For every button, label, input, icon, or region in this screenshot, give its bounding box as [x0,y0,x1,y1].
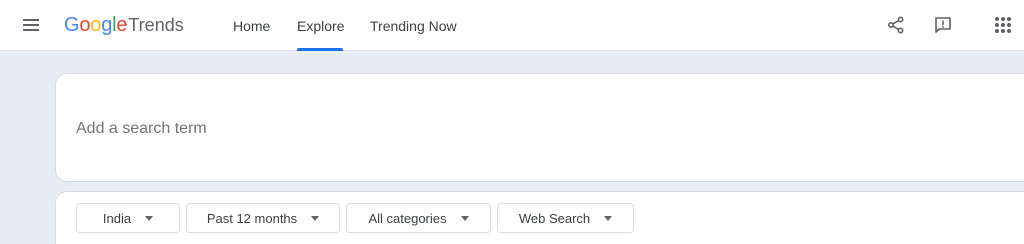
nav-home[interactable]: Home [233,0,297,51]
google-trends-logo[interactable]: G o o g l e Trends [64,14,184,38]
apps-grid-icon[interactable] [991,13,1015,37]
main-nav: Home Explore Trending Now [233,0,470,51]
filter-bar: India Past 12 months All categories Web … [55,191,1024,244]
geo-filter-label: India [102,210,132,226]
time-range-label: Past 12 months [206,210,298,226]
search-type-dropdown[interactable]: Web Search [497,203,634,233]
logo-letter-g: G [64,14,80,36]
search-input[interactable] [76,114,976,144]
logo-letter-o2: o [90,14,102,36]
hamburger-menu-icon[interactable] [20,14,42,36]
nav-explore[interactable]: Explore [297,0,370,51]
share-icon[interactable] [884,13,908,37]
time-range-dropdown[interactable]: Past 12 months [186,203,340,233]
nav-trending-now[interactable]: Trending Now [370,0,470,51]
caret-down-icon [460,215,469,221]
caret-down-icon [145,215,154,221]
logo-letter-g2: g [101,14,113,36]
category-dropdown[interactable]: All categories [346,203,491,233]
search-card [55,73,1024,182]
caret-down-icon [311,215,320,221]
logo-letter-o1: o [79,14,91,36]
feedback-icon[interactable] [931,13,955,37]
geo-filter-dropdown[interactable]: India [76,203,180,233]
category-label: All categories [368,210,447,226]
top-bar: G o o g l e Trends Home Explore Trending… [0,0,1024,51]
caret-down-icon [604,215,613,221]
logo-letter-e: e [116,14,128,36]
logo-product-name: Trends [128,15,184,35]
search-type-label: Web Search [518,210,591,226]
